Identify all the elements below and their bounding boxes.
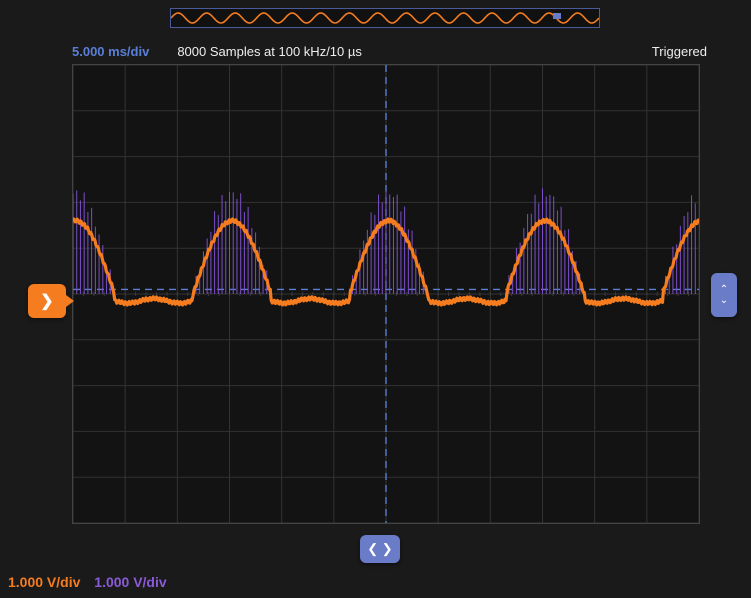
scope-display[interactable] [72, 64, 700, 524]
timebase-readout[interactable]: 5.000 ms/div [72, 44, 149, 59]
chevron-left-right-icon: ❮ ❯ [367, 541, 392, 557]
info-bar: 5.000 ms/div 8000 Samples at 100 kHz/10 … [72, 44, 707, 59]
trigger-status: Triggered [652, 44, 707, 59]
waveform-plot [73, 65, 699, 523]
ch1-offset-handle[interactable]: ❯ [28, 284, 66, 318]
trigger-level-handle[interactable]: ⌃ ⌄ [711, 273, 737, 317]
chevron-down-icon: ⌄ [720, 295, 728, 306]
chevron-right-icon: ❯ [40, 291, 53, 311]
overview-trigger-indicator[interactable] [553, 13, 561, 19]
ch1-scale-readout[interactable]: 1.000 V/div [8, 574, 80, 590]
ch2-scale-readout[interactable]: 1.000 V/div [94, 574, 166, 590]
channel-scales: 1.000 V/div 1.000 V/div [8, 574, 167, 590]
sample-info: 8000 Samples at 100 kHz/10 µs [177, 44, 362, 59]
time-offset-handle[interactable]: ❮ ❯ [360, 535, 400, 563]
overview-strip[interactable] [170, 8, 600, 28]
overview-wave-icon [171, 9, 599, 27]
chevron-up-icon: ⌃ [720, 284, 728, 295]
